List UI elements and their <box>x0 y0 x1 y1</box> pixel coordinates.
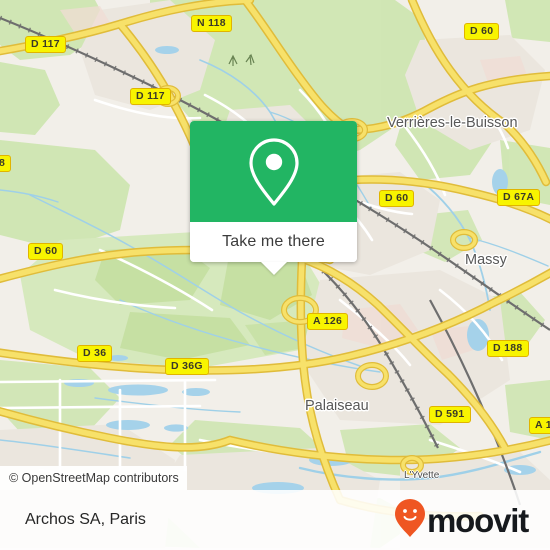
road-shield: D 36G <box>165 358 209 375</box>
place-label: Palaiseau <box>305 398 369 414</box>
osm-attribution[interactable]: © OpenStreetMap contributors <box>0 466 187 490</box>
location-title: Archos SA, Paris <box>25 511 146 528</box>
road-shield: N 118 <box>191 15 232 32</box>
moovit-logo[interactable]: moovit <box>395 498 529 542</box>
moovit-smiley-pin-icon <box>395 498 426 542</box>
road-shield: D 117 <box>25 36 66 53</box>
road-shield: D 591 <box>429 406 471 423</box>
popup-icon-area <box>190 121 357 222</box>
bottom-bar: Archos SA, Paris moovit <box>0 490 550 550</box>
take-me-there-button[interactable]: Take me there <box>190 222 357 262</box>
road-shield: D 36 <box>77 345 113 362</box>
map-page: D 117 N 118 D 60 D 117 8 D 60 D 67A D 60… <box>0 0 550 550</box>
map-pin-icon <box>246 136 302 208</box>
destination-popup[interactable]: Take me there <box>190 121 357 275</box>
place-label: Massy <box>465 252 507 268</box>
map-canvas[interactable]: D 117 N 118 D 60 D 117 8 D 60 D 67A D 60… <box>0 0 550 550</box>
moovit-wordmark: moovit <box>427 501 529 539</box>
road-shield: D 117 <box>130 88 171 105</box>
road-shield: D 60 <box>464 23 500 40</box>
water-label: L'Yvette <box>404 470 440 481</box>
road-shield: A 10 <box>529 417 550 434</box>
road-shield: D 60 <box>28 243 64 260</box>
place-label: Verrières-le-Buisson <box>387 115 518 131</box>
popup-tail <box>261 262 287 275</box>
road-shield: D 60 <box>379 190 415 207</box>
road-shield: D 67A <box>497 189 541 206</box>
road-shield: D 188 <box>487 340 529 357</box>
road-shield: 8 <box>0 155 12 172</box>
road-shield: A 126 <box>307 313 349 330</box>
